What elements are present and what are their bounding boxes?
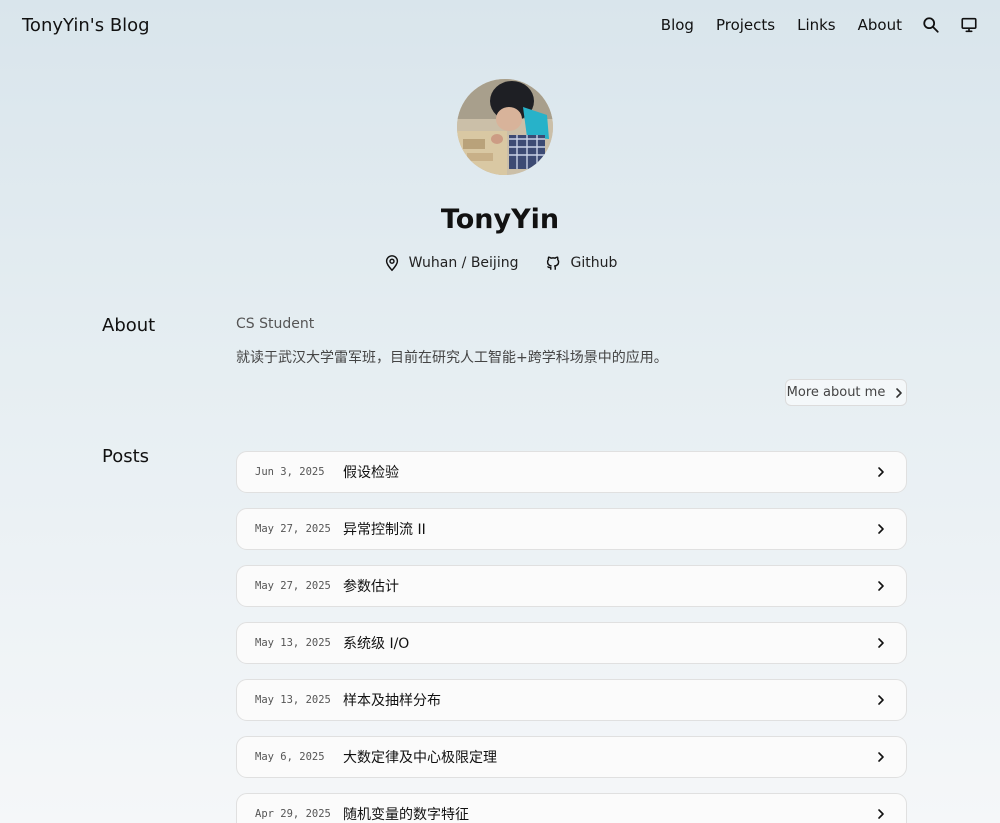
post-title: 假设检验: [343, 465, 399, 481]
post-item[interactable]: May 27, 2025 异常控制流 II: [236, 508, 907, 550]
nav-projects[interactable]: Projects: [716, 16, 775, 34]
github-label: Github: [570, 255, 618, 271]
chevron-right-icon: [874, 579, 888, 593]
nav-links[interactable]: Links: [797, 16, 836, 34]
post-item[interactable]: May 13, 2025 样本及抽样分布: [236, 679, 907, 721]
post-item[interactable]: Jun 3, 2025 假设检验: [236, 451, 907, 493]
profile-meta: Wuhan / Beijing Github: [0, 254, 1000, 272]
post-date: Jun 3, 2025: [255, 466, 325, 478]
more-about-me-button[interactable]: More about me: [785, 379, 907, 406]
post-date: May 13, 2025: [255, 694, 331, 706]
chevron-right-icon: [896, 387, 903, 398]
nav-blog[interactable]: Blog: [661, 16, 694, 34]
site-title[interactable]: TonyYin's Blog: [22, 15, 150, 36]
post-item[interactable]: May 27, 2025 参数估计: [236, 565, 907, 607]
about-heading: About: [102, 315, 156, 336]
chevron-right-icon: [874, 636, 888, 650]
chevron-right-icon: [874, 465, 888, 479]
about-subtitle: CS Student: [236, 316, 315, 332]
chevron-right-icon: [874, 522, 888, 536]
github-icon: [547, 256, 560, 270]
post-list: Jun 3, 2025 假设检验 May 27, 2025 异常控制流 II M…: [236, 451, 907, 823]
chevron-right-icon: [874, 693, 888, 707]
post-date: May 27, 2025: [255, 523, 331, 535]
post-item[interactable]: May 6, 2025 大数定律及中心极限定理: [236, 736, 907, 778]
nav-about[interactable]: About: [858, 16, 902, 34]
monitor-icon[interactable]: [960, 16, 978, 34]
post-date: May 27, 2025: [255, 580, 331, 592]
profile-name: TonyYin: [440, 204, 560, 235]
main-nav: Blog Projects Links About: [639, 16, 978, 34]
more-about-me-label: More about me: [786, 385, 886, 400]
search-icon[interactable]: [922, 16, 940, 34]
post-date: May 6, 2025: [255, 751, 325, 763]
post-date: Apr 29, 2025: [255, 808, 331, 820]
post-title: 样本及抽样分布: [343, 693, 441, 709]
site-header: TonyYin's Blog Blog Projects Links About: [0, 0, 1000, 50]
post-date: May 13, 2025: [255, 637, 331, 649]
location-item: Wuhan / Beijing: [383, 254, 519, 272]
about-description: 就读于武汉大学雷军班，目前在研究人工智能+跨学科场景中的应用。: [236, 350, 668, 366]
avatar: [457, 79, 553, 175]
posts-heading: Posts: [102, 446, 150, 467]
github-link[interactable]: Github: [544, 254, 617, 272]
post-item[interactable]: May 13, 2025 系统级 I/O: [236, 622, 907, 664]
post-title: 异常控制流 II: [343, 522, 426, 538]
post-title: 随机变量的数字特征: [343, 807, 469, 823]
post-title: 参数估计: [343, 579, 399, 595]
post-title: 大数定律及中心极限定理: [343, 750, 497, 766]
post-item[interactable]: Apr 29, 2025 随机变量的数字特征: [236, 793, 907, 823]
location-pin-icon: [385, 255, 398, 272]
location-text: Wuhan / Beijing: [408, 255, 519, 271]
post-title: 系统级 I/O: [343, 636, 410, 652]
chevron-right-icon: [874, 750, 888, 764]
chevron-right-icon: [874, 807, 888, 821]
